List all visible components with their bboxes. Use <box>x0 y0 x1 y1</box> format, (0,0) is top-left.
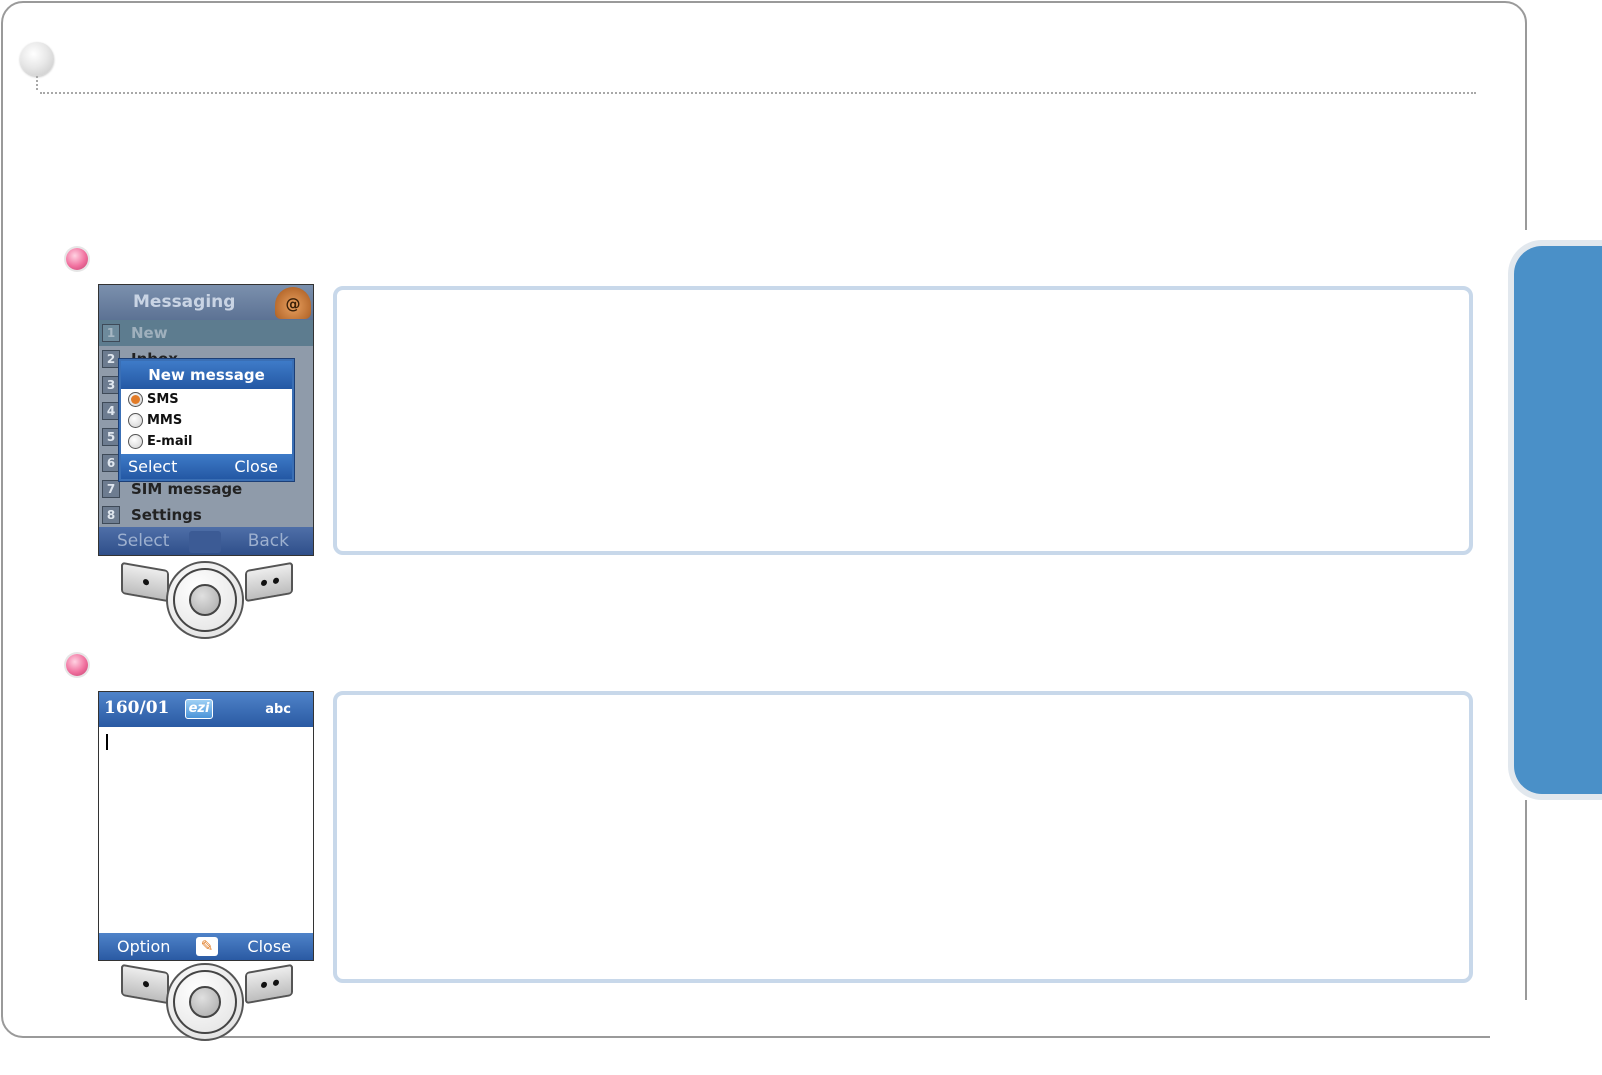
navigation-pad[interactable] <box>166 963 244 1041</box>
option-mms[interactable]: MMS <box>121 410 292 431</box>
menu-number: 7 <box>102 480 120 498</box>
header-divider <box>40 92 1476 94</box>
radio-icon[interactable] <box>128 413 143 428</box>
left-softkey-button[interactable] <box>121 561 169 603</box>
ezi-label: ezi <box>188 701 210 716</box>
option-sms[interactable]: SMS <box>121 389 292 410</box>
ezi-text-icon: ezi <box>185 699 213 719</box>
step-bullet-icon <box>66 654 88 676</box>
input-mode-indicator: abc <box>265 702 291 717</box>
menu-number: 3 <box>102 376 120 394</box>
new-message-popup: New message SMS MMS E-mail Select Close <box>119 359 294 481</box>
softkey-select[interactable]: Select <box>117 527 169 555</box>
step2-description-box <box>333 691 1473 983</box>
header-bullet-icon <box>20 42 54 76</box>
menu-number: 5 <box>102 428 120 446</box>
text-cursor[interactable] <box>106 734 108 750</box>
option-label: SMS <box>147 392 179 407</box>
radio-icon[interactable] <box>128 434 143 449</box>
ok-key-button[interactable] <box>189 986 221 1018</box>
menu-item-label: SIM message <box>131 480 243 498</box>
menu-item-settings[interactable]: 8 Settings <box>99 502 313 528</box>
left-softkey-button[interactable] <box>121 963 169 1005</box>
menu-number: 4 <box>102 402 120 420</box>
softkey-bar: Select Back <box>99 527 313 555</box>
step-bullet-icon <box>66 248 88 270</box>
center-key-indicator <box>189 531 221 553</box>
softkey-close[interactable]: Close <box>247 933 291 960</box>
menu-number: 2 <box>102 350 120 368</box>
chapter-side-tab[interactable] <box>1508 240 1602 800</box>
radio-selected-icon[interactable] <box>128 392 143 407</box>
menu-number: 8 <box>102 506 120 524</box>
step1-description-box <box>333 286 1473 555</box>
softkey-option[interactable]: Option <box>117 933 170 960</box>
option-label: E-mail <box>147 434 193 449</box>
softkey-back[interactable]: Back <box>248 527 289 555</box>
at-sign-glyph: @ <box>285 295 301 313</box>
editor-status-bar: 160/01 ezi abc <box>99 692 313 727</box>
pencil-icon[interactable]: ✎ <box>196 937 218 956</box>
right-softkey-button[interactable] <box>245 561 293 603</box>
menu-item-label: New <box>131 324 168 342</box>
frame-mask <box>1490 1000 1550 1050</box>
navigation-pad[interactable] <box>166 561 244 639</box>
right-softkey-button[interactable] <box>245 963 293 1005</box>
menu-item-new[interactable]: 1 New <box>99 320 313 346</box>
header-divider <box>36 76 38 90</box>
message-editor-screen: 160/01 ezi abc Option ✎ Close <box>98 691 314 961</box>
menu-item-label: Settings <box>131 506 202 524</box>
messaging-envelope-icon: @ <box>275 287 311 319</box>
phone-keypad <box>118 962 296 1042</box>
popup-close-button[interactable]: Close <box>234 454 278 479</box>
character-counter: 160/01 <box>104 698 170 718</box>
screen-title-text: Messaging <box>133 292 236 312</box>
phone-keypad <box>118 560 296 640</box>
popup-softkey-bar: Select Close <box>121 454 292 479</box>
option-label: MMS <box>147 413 183 428</box>
messaging-menu-screen: Messaging @ 1 New 2 Inbox 3 4 5 6 7 <box>98 284 314 556</box>
popup-select-button[interactable]: Select <box>128 454 177 479</box>
menu-number: 1 <box>102 324 120 342</box>
menu-number: 6 <box>102 454 120 472</box>
ok-key-button[interactable] <box>189 584 221 616</box>
option-email[interactable]: E-mail <box>121 431 292 452</box>
popup-title: New message <box>121 361 292 389</box>
softkey-bar: Option ✎ Close <box>99 933 313 960</box>
